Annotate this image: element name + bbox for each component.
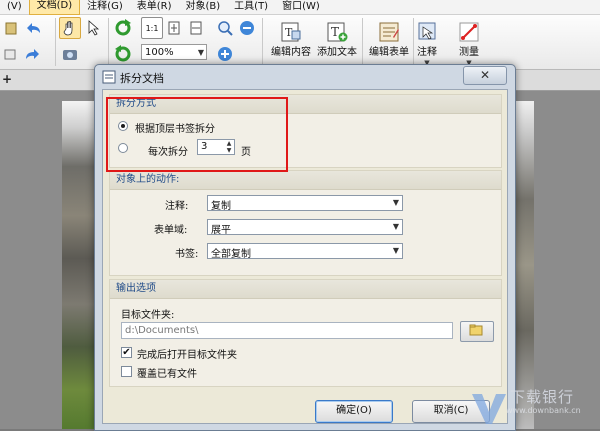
- menu-window[interactable]: 窗口(W): [275, 0, 327, 14]
- output-options-heading: 输出选项: [110, 280, 501, 299]
- output-options-group: 输出选项 目标文件夹: d:\Documents\ ✔ 完成后打开目标文件夹 覆…: [109, 279, 502, 387]
- toolbar: 1:1 100% ▼ T 编辑内容 T 添加文本 编辑表单 注释 ▼ 测量 ▼: [0, 15, 600, 70]
- add-text-button[interactable]: T 添加文本: [314, 17, 360, 67]
- form-fields-action-label: 表单域:: [154, 225, 188, 236]
- split-pages-stepper[interactable]: 3 ▲ ▼: [197, 139, 235, 155]
- watermark: 下载银行 www.downbank.cn: [470, 388, 600, 429]
- comment-button[interactable]: 注释 ▼: [404, 17, 450, 67]
- rotate-cw-icon[interactable]: [112, 17, 134, 39]
- measure-label: 测量: [459, 47, 479, 58]
- comments-action-label: 注释:: [165, 201, 189, 212]
- undo-icon[interactable]: [22, 17, 44, 39]
- select-tool-icon[interactable]: [83, 17, 105, 39]
- split-by-bookmark-radio[interactable]: [118, 121, 128, 131]
- target-folder-label: 目标文件夹:: [121, 310, 175, 321]
- snapshot-icon[interactable]: [59, 43, 81, 65]
- split-method-heading: 拆分方式: [110, 95, 501, 114]
- open-folder-after-label: 完成后打开目标文件夹: [137, 350, 237, 361]
- add-text-label: 添加文本: [317, 47, 357, 58]
- measure-button[interactable]: 测量 ▼: [446, 17, 492, 67]
- overwrite-files-checkbox[interactable]: [121, 366, 132, 377]
- add-tab-icon[interactable]: +: [2, 72, 12, 86]
- bookmarks-action-label: 书签:: [175, 249, 199, 260]
- edit-form-icon: [379, 22, 399, 42]
- chevron-down-icon: ▼: [392, 198, 399, 207]
- rotate-ccw-icon[interactable]: [112, 43, 134, 65]
- watermark-text: 下载银行: [510, 388, 575, 406]
- browse-folder-button[interactable]: [460, 321, 494, 342]
- open-folder-after-checkbox[interactable]: ✔: [121, 347, 132, 358]
- menu-comment[interactable]: 注释(G): [80, 0, 130, 14]
- document-photo-right: [514, 101, 534, 429]
- object-actions-heading: 对象上的动作:: [110, 171, 501, 190]
- split-document-dialog: 拆分文档 ✕ 拆分方式 根据顶层书签拆分 每次拆分 3 ▲ ▼ 页 对象上的动作:…: [94, 64, 516, 431]
- actual-size-button[interactable]: 1:1: [141, 17, 163, 39]
- bookmarks-action-select[interactable]: 全部复制 ▼: [207, 243, 403, 260]
- comments-action-select[interactable]: 复制 ▼: [207, 195, 403, 212]
- chevron-down-icon: ▼: [392, 246, 399, 255]
- comment-icon: [418, 22, 436, 40]
- split-by-bookmark-label: 根据顶层书签拆分: [135, 124, 215, 135]
- chevron-down-icon: ▼: [197, 48, 204, 57]
- comments-action-value: 复制: [211, 201, 231, 212]
- stepper-arrows-icon[interactable]: ▲ ▼: [225, 140, 233, 154]
- fit-width-icon[interactable]: [185, 17, 207, 39]
- split-pages-value: 3: [201, 141, 208, 152]
- watermark-logo-icon: [472, 394, 506, 424]
- menu-view[interactable]: (V): [0, 0, 29, 14]
- dialog-body: 拆分方式 根据顶层书签拆分 每次拆分 3 ▲ ▼ 页 对象上的动作: 注释: 复制…: [102, 89, 508, 424]
- menu-tools[interactable]: 工具(T): [227, 0, 275, 14]
- redo-icon[interactable]: [22, 43, 44, 65]
- form-fields-action-value: 展平: [211, 225, 231, 236]
- zoom-out-icon[interactable]: [236, 17, 258, 39]
- overwrite-files-label: 覆盖已有文件: [137, 369, 197, 380]
- svg-text:T: T: [331, 25, 339, 39]
- form-fields-action-select[interactable]: 展平 ▼: [207, 219, 403, 236]
- folder-browse-icon: [469, 324, 483, 336]
- zoom-in-icon[interactable]: [214, 17, 236, 39]
- menu-document[interactable]: 文档(D): [28, 0, 81, 15]
- add-text-icon: T: [327, 22, 348, 42]
- split-method-group: 拆分方式 根据顶层书签拆分 每次拆分 3 ▲ ▼ 页: [109, 94, 502, 168]
- menu-object[interactable]: 对象(B): [179, 0, 228, 14]
- target-folder-value: d:\Documents\: [125, 325, 199, 336]
- dialog-titlebar[interactable]: 拆分文档 ✕: [95, 65, 515, 89]
- actual-size-label: 1:1: [145, 23, 159, 33]
- measure-icon: [459, 22, 479, 42]
- object-actions-group: 对象上的动作: 注释: 复制 ▼ 表单域: 展平 ▼ 书签: 全部复制 ▼: [109, 170, 502, 276]
- menu-bar: (V) 文档(D) 注释(G) 表单(R) 对象(B) 工具(T) 窗口(W): [0, 0, 600, 15]
- zoom-plus-icon[interactable]: [214, 43, 236, 65]
- close-icon: ✕: [479, 68, 491, 82]
- target-folder-input[interactable]: d:\Documents\: [121, 322, 453, 339]
- dialog-title: 拆分文档: [120, 72, 164, 85]
- menu-form[interactable]: 表单(R): [130, 0, 179, 14]
- zoom-select[interactable]: 100% ▼: [141, 44, 207, 60]
- fit-page-icon[interactable]: [163, 17, 185, 39]
- split-every-label: 每次拆分: [148, 147, 188, 158]
- hand-tool-icon[interactable]: [59, 17, 81, 39]
- split-every-radio[interactable]: [118, 143, 128, 153]
- chevron-down-icon: ▼: [392, 222, 399, 231]
- bookmarks-action-value: 全部复制: [211, 249, 251, 260]
- split-pages-unit: 页: [241, 147, 251, 158]
- document-icon: [102, 70, 116, 84]
- edit-content-icon: T: [281, 22, 301, 42]
- watermark-url: www.downbank.cn: [506, 406, 581, 415]
- copy-icon[interactable]: [0, 43, 22, 65]
- close-button[interactable]: ✕: [463, 66, 507, 85]
- edit-content-button[interactable]: T 编辑内容: [268, 17, 314, 67]
- ok-button[interactable]: 确定(O): [315, 400, 393, 423]
- zoom-value: 100%: [145, 47, 174, 58]
- paste-icon[interactable]: [0, 17, 22, 39]
